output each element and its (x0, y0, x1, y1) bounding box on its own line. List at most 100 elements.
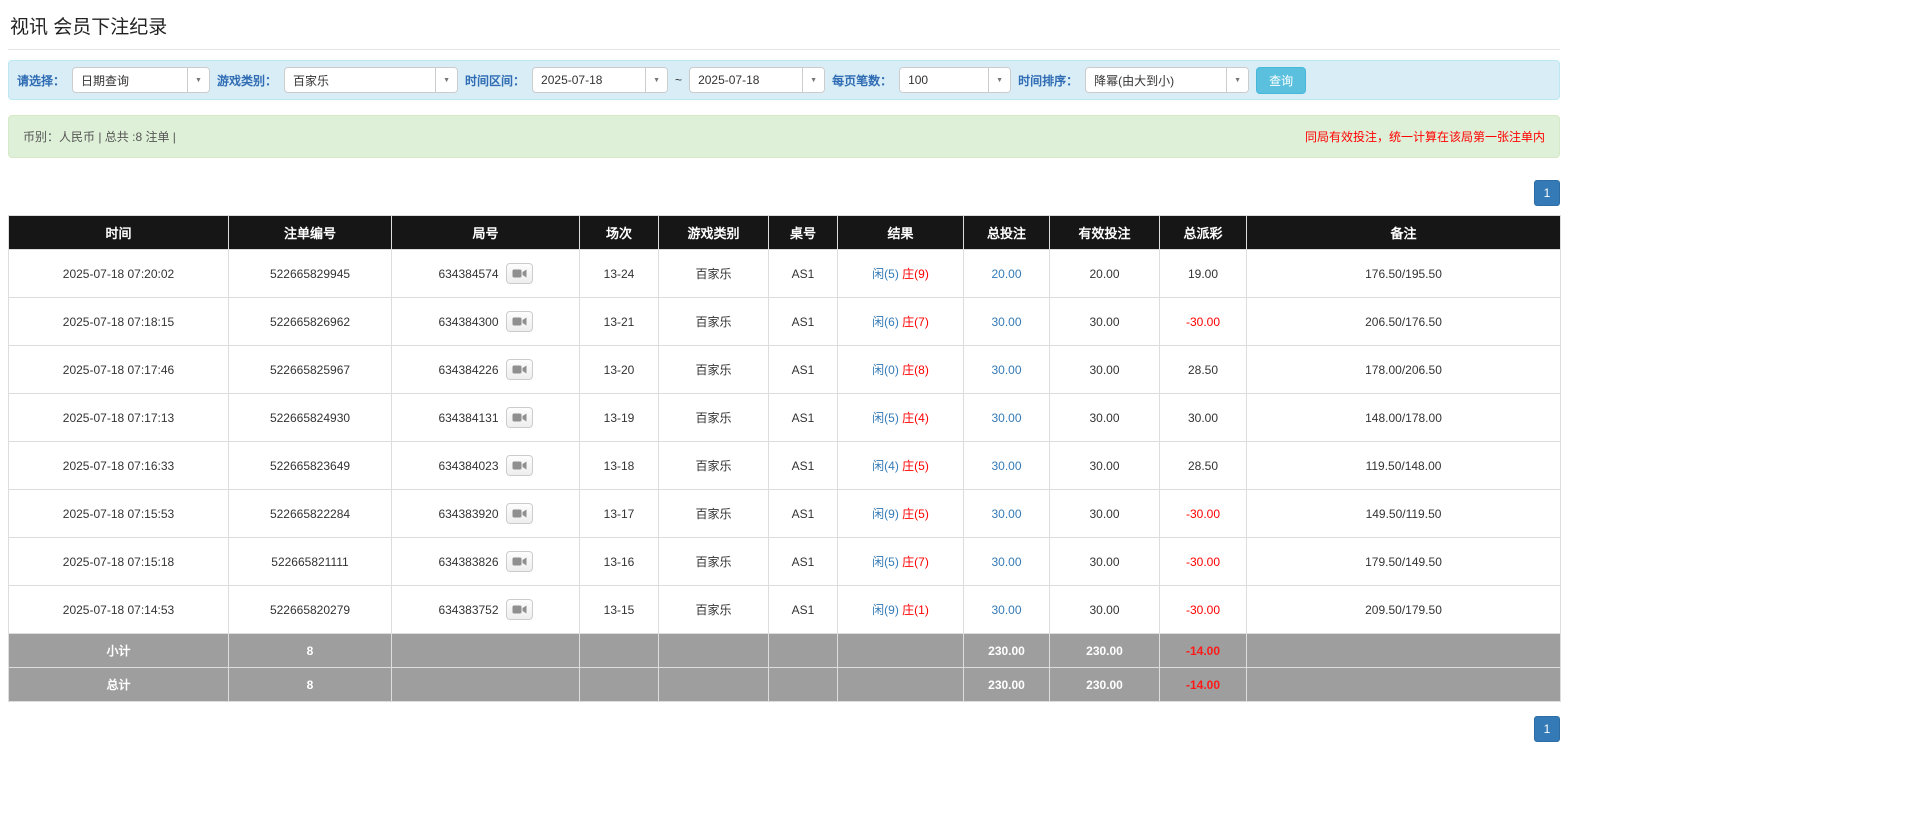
date-from-select[interactable]: 2025-07-18 ▼ (532, 67, 669, 93)
table-row: 2025-07-18 07:17:46 522665825967 634384226… (8, 345, 1561, 394)
summary-label: 总计 (8, 667, 229, 702)
page-button-1[interactable]: 1 (1534, 716, 1560, 742)
cell-bet-id: 522665826962 (228, 297, 392, 346)
table-row: 2025-07-18 07:18:15 522665826962 634384300… (8, 297, 1561, 346)
sort-label: 时间排序： (1018, 73, 1079, 88)
view-video-button[interactable] (505, 503, 533, 524)
summary-bar: 币别：人民币 | 总共 :8 注单 | 同局有效投注，统一计算在该局第一张注单内 (8, 115, 1560, 158)
cell-table-number: AS1 (768, 489, 838, 538)
cell-total-bet: 20.00 (963, 249, 1050, 298)
cell-remark: 149.50/119.50 (1246, 489, 1561, 538)
cell-time: 2025-07-18 07:14:53 (8, 585, 229, 634)
total-bet-link[interactable]: 30.00 (991, 411, 1021, 425)
total-bet-link[interactable]: 30.00 (991, 459, 1021, 473)
cell-game-type: 百家乐 (658, 441, 769, 490)
summary-total-bet: 230.00 (963, 667, 1050, 702)
total-bet-link[interactable]: 20.00 (991, 267, 1021, 281)
table-row: 2025-07-18 07:20:02 522665829945 634384574… (8, 249, 1561, 298)
round-id-text: 634384300 (438, 314, 499, 329)
view-video-button[interactable] (505, 455, 533, 476)
round-id-text: 634383920 (438, 506, 499, 521)
total-bet-link[interactable]: 30.00 (991, 507, 1021, 521)
sort-value: 降幂(由大到小) (1094, 73, 1175, 88)
view-video-button[interactable] (505, 551, 533, 572)
video-camera-icon (512, 461, 527, 470)
title-divider (8, 49, 1560, 50)
view-video-button[interactable] (505, 599, 533, 620)
page-size-label: 每页笔数： (832, 73, 893, 88)
game-type-label: 游戏类别： (217, 73, 278, 88)
table-row: 2025-07-18 07:14:53 522665820279 634383752… (8, 585, 1561, 634)
cell-remark: 206.50/176.50 (1246, 297, 1561, 346)
query-type-value: 日期查询 (81, 73, 130, 88)
cell-round-id: 634383826 (391, 537, 580, 586)
table-row: 2025-07-18 07:15:18 522665821111 634383826… (8, 537, 1561, 586)
cell-valid-bet: 20.00 (1049, 249, 1160, 298)
cell-time: 2025-07-18 07:18:15 (8, 297, 229, 346)
chevron-down-icon: ▼ (645, 68, 668, 92)
result-banker: 庄(7) (902, 555, 929, 569)
cell-game-type: 百家乐 (658, 537, 769, 586)
cell-bet-id: 522665825967 (228, 345, 392, 394)
result-player: 闲(5) (872, 267, 899, 281)
cell-table-number: AS1 (768, 345, 838, 394)
cell-bet-id: 522665820279 (228, 585, 392, 634)
query-type-select[interactable]: 日期查询 ▼ (72, 67, 211, 93)
view-video-button[interactable] (505, 311, 533, 332)
cell-remark: 178.00/206.50 (1246, 345, 1561, 394)
cell-bet-id: 522665823649 (228, 441, 392, 490)
cell-valid-bet: 30.00 (1049, 585, 1160, 634)
cell-game-type: 百家乐 (658, 393, 769, 442)
summary-notice: 同局有效投注，统一计算在该局第一张注单内 (1304, 130, 1545, 144)
chevron-down-icon: ▼ (435, 68, 458, 92)
total-bet-link[interactable]: 30.00 (991, 363, 1021, 377)
total-bet-link[interactable]: 30.00 (991, 603, 1021, 617)
payout-value: 28.50 (1187, 458, 1219, 473)
page-size-select[interactable]: 100 ▼ (899, 67, 1012, 93)
summary-remark (1246, 633, 1561, 668)
summary-label: 小计 (8, 633, 229, 668)
summary-payout: -14.00 (1159, 667, 1247, 702)
total-bet-link[interactable]: 30.00 (991, 555, 1021, 569)
date-to-select[interactable]: 2025-07-18 ▼ (689, 67, 826, 93)
cell-remark: 176.50/195.50 (1246, 249, 1561, 298)
result-player: 闲(6) (872, 315, 899, 329)
cell-round-id: 634384226 (391, 345, 580, 394)
page-button-1[interactable]: 1 (1534, 180, 1560, 206)
page-size-value: 100 (908, 73, 929, 87)
view-video-button[interactable] (505, 407, 533, 428)
cell-session: 13-24 (579, 249, 659, 298)
round-id-text: 634383752 (438, 602, 499, 617)
result-player: 闲(5) (872, 555, 899, 569)
game-type-select[interactable]: 百家乐 ▼ (284, 67, 459, 93)
cell-payout: 28.50 (1159, 345, 1247, 394)
cell-session: 13-19 (579, 393, 659, 442)
column-header: 桌号 (768, 215, 838, 250)
cell-bet-id: 522665829945 (228, 249, 392, 298)
cell-table-number: AS1 (768, 393, 838, 442)
summary-total-bet: 230.00 (963, 633, 1050, 668)
filter-bar: 请选择： 日期查询 ▼ 游戏类别： 百家乐 ▼ 时间区间： 2025-07-18… (8, 60, 1560, 100)
cell-table-number: AS1 (768, 585, 838, 634)
bet-records-table: 时间 注单编号 局号 场次 游戏类别 桌号 结果 总投注 有效投注 总派彩 备注 2025-07-1… (8, 215, 1561, 702)
cell-time: 2025-07-18 07:15:18 (8, 537, 229, 586)
cell-remark: 209.50/179.50 (1246, 585, 1561, 634)
cell-session: 13-20 (579, 345, 659, 394)
sort-select[interactable]: 降幂(由大到小) ▼ (1085, 67, 1250, 93)
cell-round-id: 634384574 (391, 249, 580, 298)
query-button[interactable]: 查询 (1256, 66, 1307, 94)
cell-table-number: AS1 (768, 249, 838, 298)
page-root: 视讯 会员下注纪录 请选择： 日期查询 ▼ 游戏类别： 百家乐 ▼ 时间区间： … (8, 6, 1561, 742)
cell-table-number: AS1 (768, 297, 838, 346)
column-header: 备注 (1246, 215, 1561, 250)
video-camera-icon (512, 605, 527, 614)
page-title: 视讯 会员下注纪录 (10, 17, 168, 38)
column-header: 游戏类别 (658, 215, 769, 250)
table-footer: 小计 8 230.00 230.00 -14.00 总计 8 230.00 230.00 -14.… (8, 633, 1561, 702)
round-id-text: 634384574 (438, 266, 499, 281)
view-video-button[interactable] (505, 263, 533, 284)
total-bet-link[interactable]: 30.00 (991, 315, 1021, 329)
chevron-down-icon: ▼ (187, 68, 210, 92)
view-video-button[interactable] (505, 359, 533, 380)
round-id-text: 634384023 (438, 458, 499, 473)
